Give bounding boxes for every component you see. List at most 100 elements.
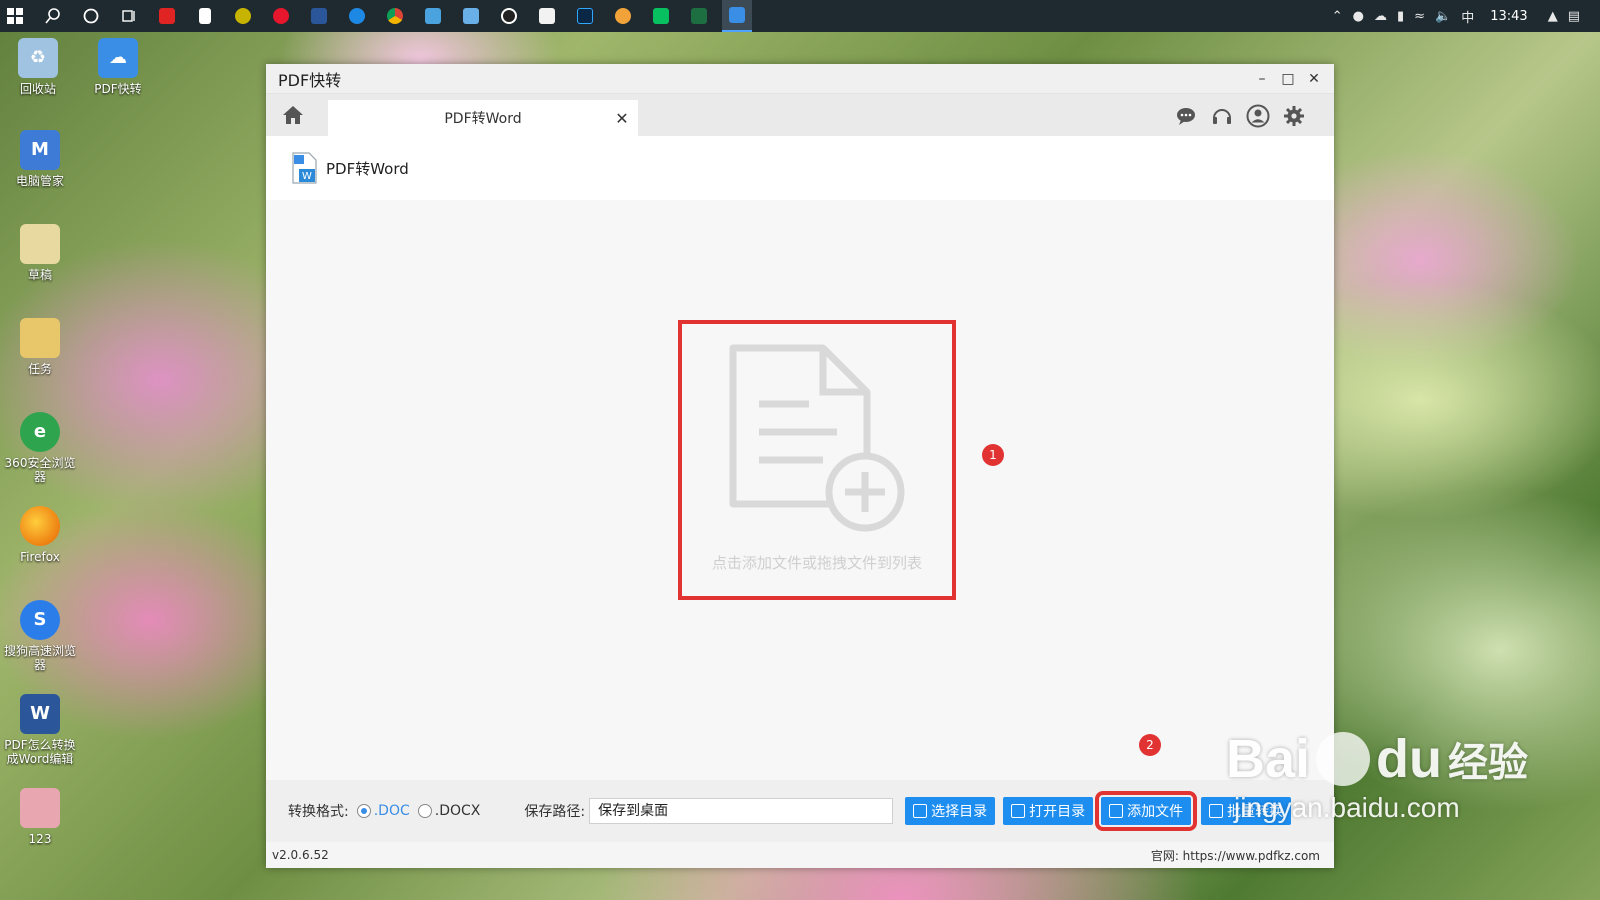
word-doc-icon: W — [20, 694, 60, 734]
360-browser-icon: e — [20, 412, 60, 452]
format-doc-radio[interactable]: .DOC — [356, 803, 410, 819]
chat-icon[interactable] — [1174, 104, 1198, 128]
format-docx-radio[interactable]: .DOCX — [417, 803, 480, 819]
document-icon[interactable] — [190, 0, 220, 32]
add-document-icon — [727, 344, 907, 538]
baidu-jingyan-watermark: Bai du 经验 jingyan.baidu.com — [1226, 728, 1528, 824]
word-icon[interactable] — [304, 0, 334, 32]
plus-icon — [1109, 804, 1124, 818]
step-badge-2: 2 — [1139, 734, 1161, 756]
website-link[interactable]: 官网: https://www.pdfkz.com — [1151, 847, 1320, 864]
wechat-icon[interactable] — [646, 0, 676, 32]
system-tray: ⌃ ● ☁ ▮ ≈ 🔈 中 13:43 ▲ ▤ — [1332, 0, 1600, 32]
task-view-icon[interactable] — [114, 0, 144, 32]
folder-open-icon — [1011, 804, 1026, 818]
photoshop-icon[interactable] — [570, 0, 600, 32]
baidu-paw-icon — [1316, 732, 1371, 786]
app-icon[interactable] — [532, 0, 562, 32]
watermark-url: jingyan.baidu.com — [1234, 792, 1460, 823]
add-file-button[interactable]: 添加文件 — [1095, 791, 1198, 831]
minimize-icon[interactable]: – — [1250, 67, 1274, 91]
content-header: W PDF转Word — [266, 136, 1334, 200]
excel-icon[interactable] — [684, 0, 714, 32]
app-icon[interactable] — [456, 0, 486, 32]
tab-pdf-to-word[interactable]: PDF转Word ✕ — [328, 100, 638, 136]
app-icon[interactable] — [608, 0, 638, 32]
tab-bar: PDF转Word ✕ — [266, 94, 1334, 136]
chevron-up-icon[interactable]: ⌃ — [1332, 9, 1343, 24]
tab-label: PDF转Word — [444, 111, 522, 127]
taskbar: ⌃ ● ☁ ▮ ≈ 🔈 中 13:43 ▲ ▤ — [0, 0, 1600, 32]
headset-icon[interactable] — [1210, 104, 1234, 128]
folder-icon — [20, 788, 60, 828]
window-titlebar[interactable]: PDF快转 – □ ✕ — [266, 64, 1334, 94]
file-drop-area[interactable]: 点击添加文件或拖拽文件到列表 1 2 — [266, 200, 1334, 780]
search-icon[interactable] — [38, 0, 68, 32]
maximize-icon[interactable]: □ — [1276, 67, 1300, 91]
desktop-icon-123[interactable]: 123 — [2, 788, 78, 846]
clock[interactable]: 13:43 — [1490, 9, 1527, 24]
volume-icon[interactable]: 🔈 — [1435, 9, 1451, 24]
folder-icon — [20, 224, 60, 264]
add-file-drop-zone[interactable]: 点击添加文件或拖拽文件到列表 — [678, 320, 956, 600]
options-bar: 转换格式: .DOC .DOCX 保存路径: 保存到桌面 选择目录 打开目录 添… — [266, 780, 1334, 842]
chrome-icon[interactable] — [380, 0, 410, 32]
weibo-icon[interactable] — [266, 0, 296, 32]
ime-indicator[interactable]: 中 — [1461, 7, 1474, 26]
watermark-brand-suffix: du — [1376, 729, 1443, 789]
close-tab-icon[interactable]: ✕ — [612, 108, 632, 128]
desktop-icon-pc-manager[interactable]: M 电脑管家 — [2, 130, 78, 188]
watermark-jingyan: 经验 — [1448, 741, 1529, 785]
wifi-icon[interactable]: ≈ — [1414, 9, 1425, 24]
convert-icon — [1209, 804, 1224, 818]
cortana-icon[interactable] — [76, 0, 106, 32]
recycle-bin-icon: ♻ — [18, 38, 58, 78]
pdf-kuaizhuan-taskbar-icon[interactable] — [722, 0, 752, 32]
qq-icon[interactable] — [494, 0, 524, 32]
desktop-icon-tasks[interactable]: 任务 — [2, 318, 78, 376]
close-window-icon[interactable]: ✕ — [1302, 67, 1326, 91]
app-icon[interactable] — [418, 0, 448, 32]
app-icon[interactable] — [152, 0, 182, 32]
radio-checked-icon — [356, 804, 371, 818]
status-bar: v2.0.6.52 官网: https://www.pdfkz.com — [266, 842, 1334, 868]
content-title: PDF转Word — [326, 159, 409, 178]
choose-dir-button[interactable]: 选择目录 — [905, 797, 996, 825]
qq-tray-icon[interactable]: ● — [1353, 9, 1364, 24]
desktop-icon-firefox[interactable]: Firefox — [2, 506, 78, 564]
desktop-icon-recycle-bin[interactable]: ♻ 回收站 — [0, 38, 76, 96]
home-icon[interactable] — [280, 102, 306, 128]
step-badge-1: 1 — [982, 444, 1004, 466]
pc-manager-icon: M — [20, 130, 60, 170]
battery-icon[interactable]: ▮ — [1397, 9, 1404, 24]
pdf-to-word-icon: W — [290, 152, 318, 184]
desktop-icon-word-doc[interactable]: W PDF怎么转换成Word编辑 — [2, 694, 78, 766]
pc-manager-tray-icon[interactable]: ▲ — [1548, 9, 1558, 24]
user-icon[interactable] — [1246, 104, 1270, 128]
desktop-icon-sogou-browser[interactable]: S 搜狗高速浏览器 — [2, 600, 78, 672]
desktop-icon-360-browser[interactable]: e 360安全浏览器 — [2, 412, 78, 484]
version-text: v2.0.6.52 — [272, 848, 329, 862]
window-title: PDF快转 — [278, 70, 342, 90]
save-icon — [913, 804, 928, 818]
settings-gear-icon[interactable] — [1282, 104, 1306, 128]
desktop-icon-draft[interactable]: 草稿 — [2, 224, 78, 282]
desktop-icon-pdf-kuaizhuan[interactable]: ☁ PDF快转 — [80, 38, 156, 96]
pdf-kuaizhuan-icon: ☁ — [98, 38, 138, 78]
radio-unchecked-icon — [417, 804, 432, 818]
notification-icon[interactable]: ▤ — [1568, 9, 1580, 24]
drop-hint-text: 点击添加文件或拖拽文件到列表 — [711, 554, 922, 572]
app-icon[interactable] — [228, 0, 258, 32]
save-path-label: 保存路径: — [524, 804, 586, 820]
windows-start-icon[interactable] — [0, 0, 30, 32]
open-dir-button[interactable]: 打开目录 — [1003, 797, 1094, 825]
format-label: 转换格式: — [288, 804, 349, 820]
watermark-brand: Bai — [1226, 729, 1311, 789]
save-path-input[interactable]: 保存到桌面 — [589, 798, 894, 824]
edge-icon[interactable] — [342, 0, 372, 32]
cloud-icon[interactable]: ☁ — [1374, 9, 1387, 24]
svg-text:W: W — [302, 171, 312, 182]
firefox-icon — [20, 506, 60, 546]
pdf-kuaizhuan-window: PDF快转 – □ ✕ PDF转Word ✕ W PDF转Word 点击添加文件… — [266, 64, 1334, 868]
folder-icon — [20, 318, 60, 358]
